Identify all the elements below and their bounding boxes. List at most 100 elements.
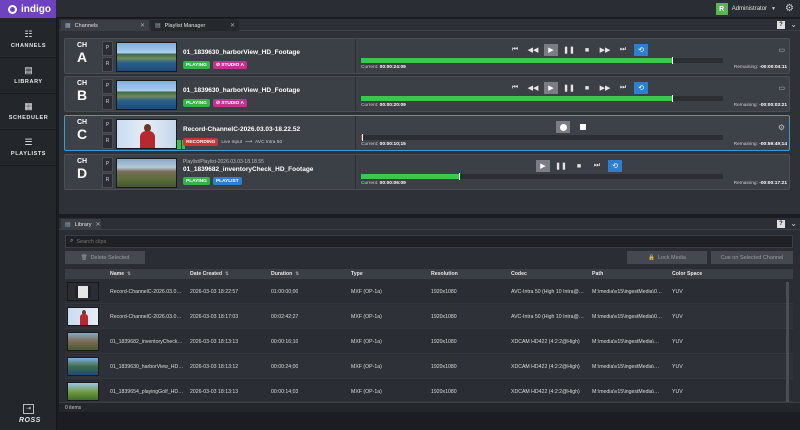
stop-icon[interactable] [576,121,590,133]
play-icon[interactable]: ▶ [544,44,558,56]
pause-icon[interactable]: ❚❚ [562,44,576,56]
play-icon[interactable]: ▶ [536,160,550,172]
tab-library[interactable]: ▤ Library ✕ [61,219,101,230]
stop-icon[interactable]: ■ [572,160,586,172]
close-icon[interactable]: ✕ [230,22,235,29]
play-icon[interactable]: ▶ [544,82,558,94]
record-icon[interactable] [556,121,570,133]
column-header-resolution[interactable]: Resolution [431,271,458,277]
table-row[interactable]: 01_1839682_inventoryCheck… 2026-03-03 18… [65,330,793,354]
column-header-path[interactable]: Path [592,271,603,277]
close-icon[interactable]: ✕ [140,22,145,29]
record-button[interactable]: R [102,173,113,188]
lock-media-button[interactable]: 🔒 Lock Media [627,251,707,264]
help-icon[interactable]: ? [777,220,785,228]
playhead[interactable] [672,57,674,64]
table-row[interactable]: 01_1839630_harborView_HD… 2026-03-03 18:… [65,355,793,379]
menu-icon[interactable]: ▭ [778,84,785,92]
stop-icon[interactable]: ■ [580,82,594,94]
top-bar: indigo R Administrator ▼ ⚙ [0,0,800,18]
indigo-logo[interactable]: indigo [0,0,56,18]
time-readout: Current: 00:00:10;15 Remaining: -00:59:4… [361,142,787,147]
chevron-down-icon[interactable]: ⌄ [790,219,797,229]
badges: RECORDING Live Input ⟶ AVC Intra 50 [183,138,282,146]
pause-icon[interactable]: ❚❚ [562,82,576,94]
table-row[interactable]: Record-ChannelC-2026.03.0… 2026-03-03 18… [65,305,793,329]
tab-channels[interactable]: ▦ Channels ✕ [61,20,149,31]
time-readout: Current: 00:00:20:09 Remaining: -00:00:0… [361,103,787,108]
loop-icon[interactable]: ⟲ [608,160,622,172]
record-button[interactable]: R [102,134,113,149]
skip-forward-icon[interactable]: ⏭ [590,160,604,172]
preview-button[interactable]: P [102,157,113,172]
playhead[interactable] [672,95,674,102]
skip-back-icon[interactable]: ⏮ [508,82,522,94]
channels-tabbar: ▦ Channels ✕ ▤ Playlist Manager ✕ ? ⌄ [59,19,800,31]
channel-label: CH C [76,119,88,142]
loop-icon[interactable]: ⟲ [634,82,648,94]
arrow-right-icon: ⟶ [245,139,253,145]
app-name: indigo [21,3,51,15]
column-header-date[interactable]: Date Created ⇅ [190,271,229,277]
gear-icon[interactable]: ⚙ [785,3,794,15]
rewind-icon[interactable]: ◀◀ [526,44,540,56]
user-menu[interactable]: R Administrator ▼ [715,2,776,16]
studio-badge: ⊘ STUDIO A [212,61,247,69]
gear-icon[interactable]: ⚙ [778,123,785,132]
column-header-type[interactable]: Type [351,271,363,277]
column-header-color-space[interactable]: Color Space [672,271,702,277]
progress-bar[interactable] [361,95,723,102]
skip-back-icon[interactable]: ⏮ [508,44,522,56]
skip-forward-icon[interactable]: ⏭ [616,44,630,56]
channel-c[interactable]: CH C P R Record-ChannelC-2026.03.03-18.22… [64,115,790,151]
sidebar-item-scheduler[interactable]: ▦ SCHEDULER [0,94,57,130]
chevron-down-icon: ▼ [771,6,776,12]
avatar: R [715,3,728,15]
progress-bar[interactable] [361,57,723,64]
preview-button[interactable]: P [102,118,113,133]
skip-forward-icon[interactable]: ⏭ [616,82,630,94]
channel-b[interactable]: CH B P R 01_1839630_harborView_HD_Footage… [64,76,790,112]
pause-icon[interactable]: ❚❚ [554,160,568,172]
delete-selected-button[interactable]: 🗑 Delete Selected [65,251,145,264]
rewind-icon[interactable]: ◀◀ [526,82,540,94]
progress-bar[interactable] [361,134,723,141]
loop-icon[interactable]: ⟲ [634,44,648,56]
fast-forward-icon[interactable]: ▶▶ [598,44,612,56]
help-icon[interactable]: ? [777,21,785,29]
menu-icon[interactable]: ▭ [778,46,785,54]
transport-controls: ⏮ ◀◀ ▶ ❚❚ ■ ▶▶ ⏭ ⟲ ▭ Current: 00:00:20:0… [355,77,791,111]
close-icon[interactable]: ✕ [95,221,100,228]
cue-selected-channel-button[interactable]: Cue on Selected Channel [711,251,793,264]
column-header-duration[interactable]: Duration ⇅ [271,271,299,277]
calendar-icon: ▦ [24,101,33,111]
sidebar-item-channels[interactable]: ☷ CHANNELS [0,22,57,58]
stop-icon[interactable]: ■ [580,44,594,56]
table-row[interactable]: 01_1839654_playingGolf_HD… 2026-03-03 18… [65,380,793,402]
playhead[interactable] [458,173,460,180]
column-header-name[interactable]: Name ⇅ [110,271,131,277]
sidebar-item-playlists[interactable]: ☰ PLAYLISTS [0,130,57,166]
channel-label: CH A [76,42,88,65]
sidebar-item-label: LIBRARY [14,79,43,85]
column-header-codec[interactable]: Codec [511,271,527,277]
preview-button[interactable]: P [102,41,113,56]
tab-playlist-manager[interactable]: ▤ Playlist Manager ✕ [151,20,239,31]
exit-icon[interactable]: ⇥ [23,404,34,414]
sidebar-item-library[interactable]: ▤ LIBRARY [0,58,57,94]
search-input[interactable] [76,238,277,245]
table-row[interactable]: Record-ChannelC-2026.03.0… 2026-03-03 18… [65,280,793,304]
record-button[interactable]: R [102,57,113,72]
search-box: ⌕ [65,235,793,248]
preview-button[interactable]: P [102,79,113,94]
live-input-label: Live Input [221,139,243,145]
channels-panel: CH A P R 01_1839630_harborView_HD_Footage… [59,31,800,214]
chevron-down-icon[interactable]: ⌄ [790,20,797,30]
playhead[interactable] [362,134,364,141]
channel-d[interactable]: CH D P R Playlist/Playlist-2026.03.03-18.… [64,154,790,190]
scrollbar[interactable] [786,282,789,402]
fast-forward-icon[interactable]: ▶▶ [598,82,612,94]
record-button[interactable]: R [102,95,113,110]
progress-bar[interactable] [361,173,723,180]
channel-a[interactable]: CH A P R 01_1839630_harborView_HD_Footage… [64,38,790,74]
